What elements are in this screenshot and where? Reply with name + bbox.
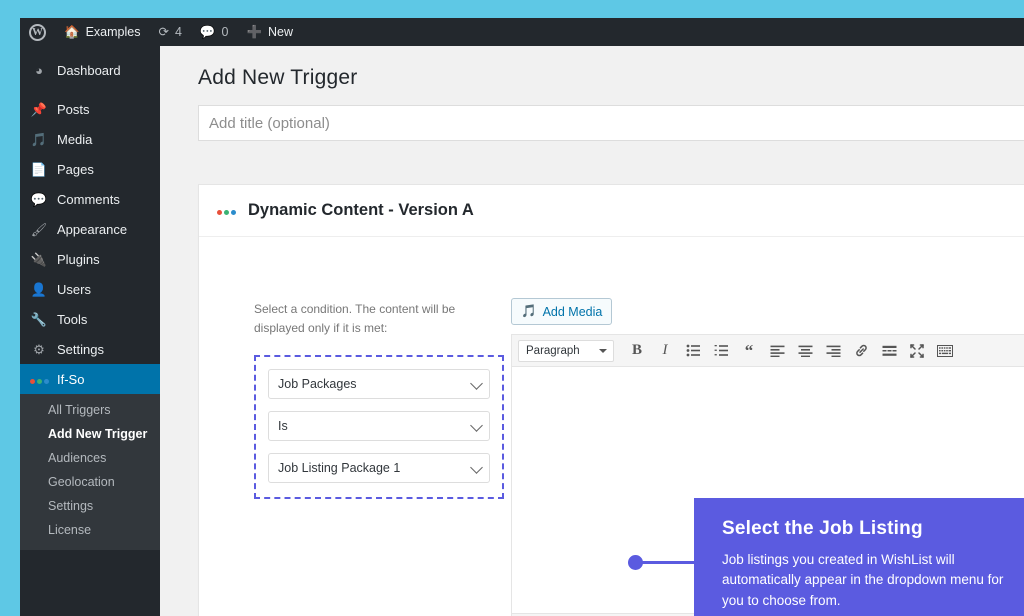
numbered-list-icon[interactable]: [708, 338, 734, 364]
sidebar-item-settings[interactable]: ⚙ Settings: [20, 334, 160, 364]
comments-icon: 💬: [30, 191, 48, 207]
condition-type-select-wrap: Job Packages: [268, 369, 490, 400]
sidebar-item-label: Comments: [57, 191, 120, 207]
callout-connector-dot: [628, 555, 643, 570]
plug-icon: 🔌: [30, 251, 48, 267]
site-name-menu[interactable]: 🏠 Examples: [55, 18, 149, 46]
sidebar-item-label: Users: [57, 281, 91, 297]
sidebar-item-dashboard[interactable]: ◕ Dashboard: [20, 55, 160, 85]
main-content: Add New Trigger Dynamic Content - Versio…: [160, 46, 1024, 616]
toolbar-toggle-icon[interactable]: [932, 338, 958, 364]
sidebar-item-ifso[interactable]: If-So: [20, 364, 168, 394]
condition-column: Select a condition. The content will be …: [254, 300, 504, 500]
sidebar-item-label: Pages: [57, 161, 94, 177]
dashboard-icon: ◕: [35, 62, 43, 78]
condition-value-select-wrap: Job Listing Package 1: [268, 453, 490, 484]
sidebar-item-comments[interactable]: 💬 Comments: [20, 184, 160, 214]
pin-icon: 📌: [30, 101, 48, 117]
wrench-icon: 🔧: [30, 311, 48, 327]
settings-icon: ⚙: [33, 341, 45, 357]
condition-type-select[interactable]: Job Packages: [268, 369, 490, 400]
bold-icon[interactable]: B: [624, 338, 650, 364]
sidebar-item-label: Dashboard: [57, 62, 121, 78]
sidebar-item-media[interactable]: 🎵 Media: [20, 124, 160, 154]
site-name-label: Examples: [85, 25, 141, 39]
callout-title: Select the Job Listing: [722, 518, 923, 539]
ifso-dots-icon: [217, 202, 236, 220]
media-icon: 🎵: [521, 304, 537, 318]
user-icon: 👤: [30, 281, 48, 297]
chevron-down-icon: [599, 348, 607, 357]
submenu-item-geolocation[interactable]: Geolocation: [20, 470, 160, 494]
bulleted-list-icon[interactable]: [680, 338, 706, 364]
dynamic-content-metabox: Dynamic Content - Version A Select a con…: [198, 184, 1024, 616]
comments-menu[interactable]: 💬 0: [191, 18, 238, 46]
condition-help-text: Select a condition. The content will be …: [254, 302, 456, 335]
updates-menu[interactable]: ⟳ 4: [149, 18, 190, 46]
paragraph-format-select[interactable]: Paragraph: [518, 339, 614, 362]
brush-icon: 🖌: [30, 221, 48, 237]
wp-logo-menu[interactable]: W: [20, 18, 55, 46]
sidebar-item-label: Appearance: [57, 221, 128, 237]
updates-icon: ⟳: [158, 24, 169, 39]
sidebar-item-appearance[interactable]: 🖌 Appearance: [20, 214, 160, 244]
sidebar-item-label: Settings: [57, 341, 104, 357]
sidebar-item-posts[interactable]: 📌 Posts: [20, 94, 160, 124]
screenshot-frame: W 🏠 Examples ⟳ 4 💬 0 ➕ New ◕ Dashboard 📌…: [0, 0, 1024, 616]
callout-connector-line: [639, 561, 701, 564]
admin-bar: W 🏠 Examples ⟳ 4 💬 0 ➕ New: [20, 18, 1024, 46]
sidebar-item-pages[interactable]: 📄 Pages: [20, 154, 160, 184]
media-icon: 🎵: [30, 131, 48, 147]
plus-icon: ➕: [246, 24, 263, 39]
metabox-header: Dynamic Content - Version A: [199, 185, 1024, 237]
condition-value-select[interactable]: Job Listing Package 1: [268, 453, 490, 484]
wordpress-admin-window: W 🏠 Examples ⟳ 4 💬 0 ➕ New ◕ Dashboard 📌…: [20, 18, 1024, 616]
condition-group: Job Packages Is Job Listing Package 1: [254, 355, 504, 500]
new-content-menu[interactable]: ➕ New: [237, 18, 302, 46]
blockquote-icon[interactable]: “: [736, 338, 762, 364]
submenu-item-add-new-trigger[interactable]: Add New Trigger: [20, 422, 160, 446]
metabox-title: Dynamic Content - Version A: [248, 201, 474, 219]
italic-icon[interactable]: I: [652, 338, 678, 364]
add-media-button[interactable]: 🎵 Add Media: [511, 298, 613, 325]
sidebar-item-tools[interactable]: 🔧 Tools: [20, 304, 160, 334]
sidebar-item-label: Plugins: [57, 251, 100, 267]
ifso-dots-icon: [30, 373, 49, 386]
format-select-value: Paragraph: [526, 344, 580, 357]
sidebar-item-label: Media: [57, 131, 93, 147]
page-title: Add New Trigger: [198, 66, 358, 89]
editor-toolbar: Paragraph B I “: [511, 334, 1024, 367]
comments-count: 0: [221, 25, 229, 39]
align-center-icon[interactable]: [792, 338, 818, 364]
submenu-item-settings[interactable]: Settings: [20, 494, 160, 518]
submenu-item-license[interactable]: License: [20, 518, 160, 542]
pages-icon: 📄: [30, 161, 48, 177]
align-left-icon[interactable]: [764, 338, 790, 364]
add-media-label: Add Media: [542, 304, 603, 319]
ifso-submenu: All Triggers Add New Trigger Audiences G…: [20, 394, 160, 550]
updates-count: 4: [174, 25, 182, 39]
link-icon[interactable]: [848, 338, 874, 364]
new-content-label: New: [268, 25, 294, 39]
annotation-callout: Select the Job Listing Job listings you …: [694, 498, 1024, 616]
sidebar-item-plugins[interactable]: 🔌 Plugins: [20, 244, 160, 274]
home-icon: 🏠: [64, 24, 80, 39]
comments-icon: 💬: [199, 24, 216, 39]
submenu-item-all-triggers[interactable]: All Triggers: [20, 398, 160, 422]
admin-sidebar: ◕ Dashboard 📌 Posts 🎵 Media 📄 Pages 💬 Co…: [20, 46, 168, 616]
condition-operator-select[interactable]: Is: [268, 411, 490, 442]
align-right-icon[interactable]: [820, 338, 846, 364]
sidebar-item-users[interactable]: 👤 Users: [20, 274, 160, 304]
fullscreen-icon[interactable]: [904, 338, 930, 364]
wordpress-logo-icon: W: [29, 23, 46, 41]
submenu-item-audiences[interactable]: Audiences: [20, 446, 160, 470]
read-more-icon[interactable]: [876, 338, 902, 364]
sidebar-item-label: Posts: [57, 101, 90, 117]
condition-operator-select-wrap: Is: [268, 411, 490, 442]
sidebar-item-label: If-So: [57, 371, 85, 387]
callout-body: Job listings you created in WishList wil…: [722, 552, 1004, 608]
post-title-input[interactable]: [198, 105, 1024, 141]
sidebar-item-label: Tools: [57, 311, 88, 327]
